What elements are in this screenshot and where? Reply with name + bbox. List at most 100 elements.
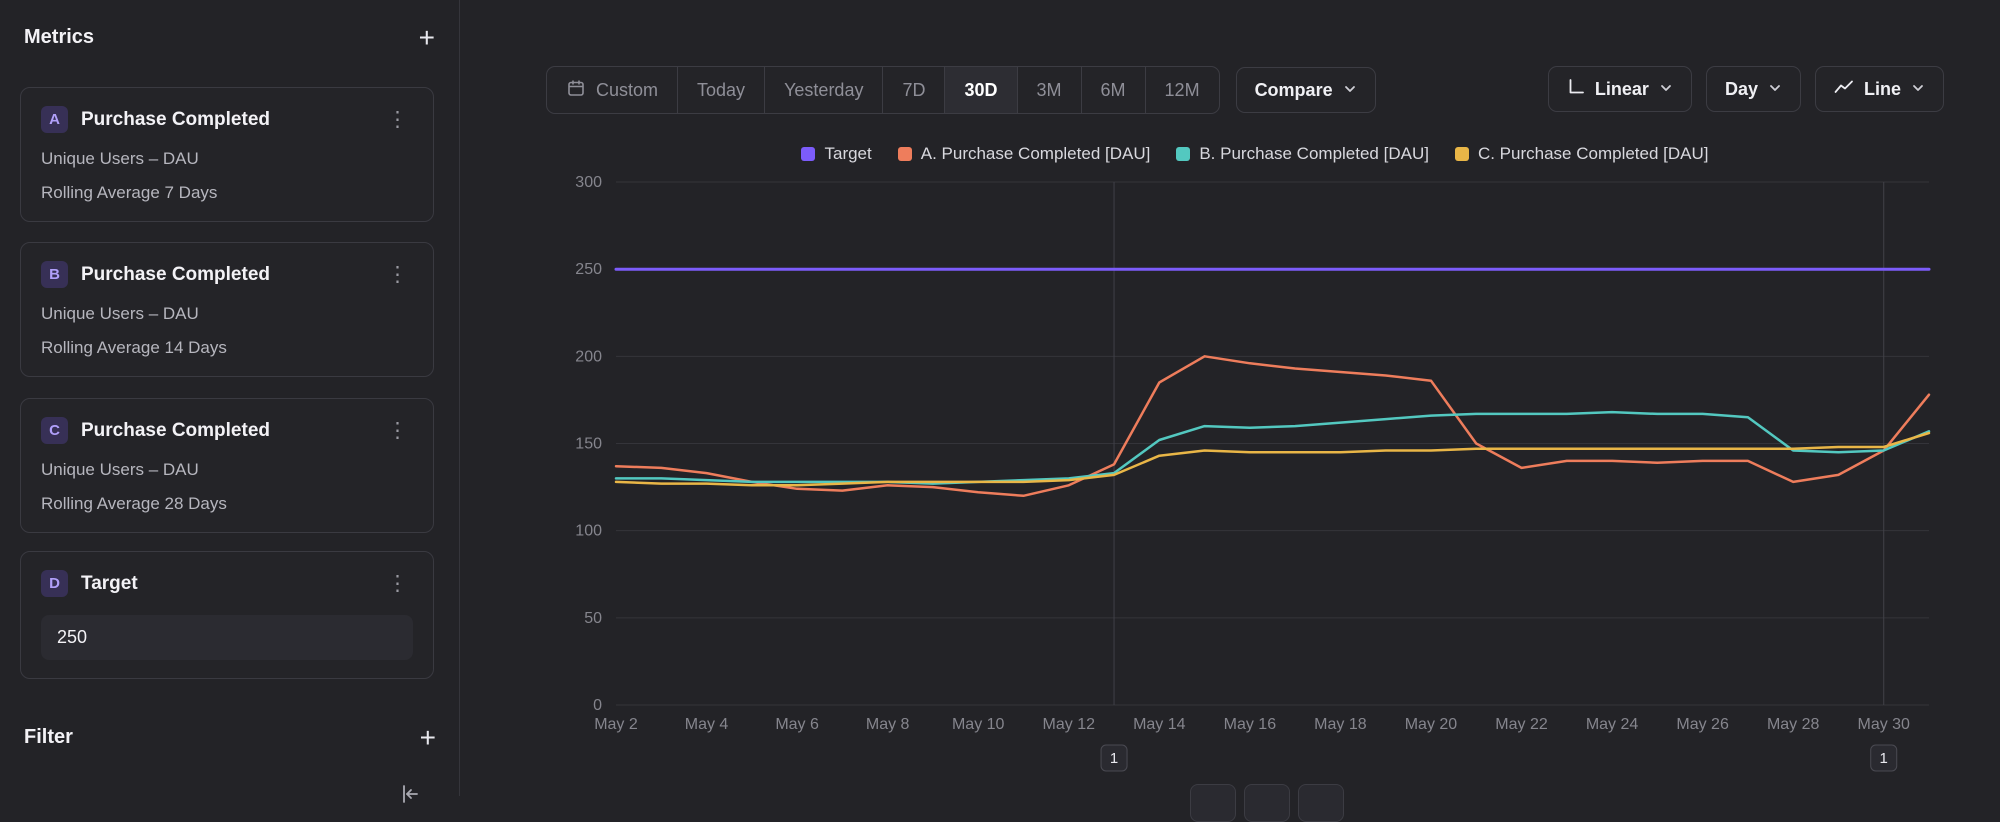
- chevron-down-icon: [1659, 79, 1673, 100]
- svg-text:May 6: May 6: [775, 716, 819, 733]
- svg-text:May 20: May 20: [1405, 716, 1458, 733]
- legend-swatch: [1176, 147, 1190, 161]
- legend-item[interactable]: B. Purchase Completed [DAU]: [1176, 144, 1429, 164]
- range-label: Custom: [596, 80, 658, 101]
- range-label: 12M: [1165, 80, 1200, 101]
- range-button-custom[interactable]: Custom: [547, 67, 677, 113]
- metric-detail: Rolling Average 14 Days: [41, 338, 413, 358]
- kebab-menu-icon[interactable]: ⋮: [383, 418, 413, 443]
- svg-text:100: 100: [575, 523, 602, 540]
- range-button-yesterday[interactable]: Yesterday: [764, 67, 882, 113]
- metric-card-b[interactable]: B Purchase Completed ⋮ Unique Users – DA…: [20, 242, 434, 377]
- svg-text:200: 200: [575, 348, 602, 365]
- chart-footer-buttons: [1190, 784, 1344, 822]
- legend-swatch: [801, 147, 815, 161]
- date-range-segmented-control: Custom Today Yesterday 7D 30D 3M 6M 12M: [546, 66, 1220, 114]
- metric-badge-c: C: [41, 417, 68, 444]
- chart-options-toolbar: Linear Day Line: [1548, 66, 1944, 112]
- metric-card-a[interactable]: A Purchase Completed ⋮ Unique Users – DA…: [20, 87, 434, 222]
- svg-text:May 10: May 10: [952, 716, 1005, 733]
- range-button-3m[interactable]: 3M: [1017, 67, 1081, 113]
- interval-label: Day: [1725, 79, 1758, 100]
- chevron-down-icon: [1768, 79, 1782, 100]
- legend-item[interactable]: C. Purchase Completed [DAU]: [1455, 144, 1709, 164]
- legend-item[interactable]: Target: [801, 144, 871, 164]
- chevron-down-icon: [1343, 80, 1357, 101]
- target-card[interactable]: D Target ⋮: [20, 551, 434, 679]
- legend-label: A. Purchase Completed [DAU]: [921, 144, 1151, 164]
- metrics-sidebar: Metrics + A Purchase Completed ⋮ Unique …: [0, 0, 460, 796]
- legend-item[interactable]: A. Purchase Completed [DAU]: [898, 144, 1151, 164]
- chart-type-label: Line: [1864, 79, 1901, 100]
- metric-detail: Rolling Average 7 Days: [41, 183, 413, 203]
- range-label: 7D: [902, 80, 925, 101]
- metric-subtitle: Unique Users – DAU: [41, 460, 413, 480]
- target-value-input[interactable]: [41, 615, 413, 660]
- range-button-7d[interactable]: 7D: [882, 67, 944, 113]
- range-button-12m[interactable]: 12M: [1145, 67, 1219, 113]
- metric-detail: Rolling Average 28 Days: [41, 494, 413, 514]
- range-label: Yesterday: [784, 80, 863, 101]
- svg-text:0: 0: [593, 697, 602, 714]
- chart-type-button[interactable]: Line: [1815, 66, 1944, 112]
- interval-button[interactable]: Day: [1706, 66, 1801, 112]
- svg-text:May 2: May 2: [594, 716, 638, 733]
- svg-text:250: 250: [575, 261, 602, 278]
- kebab-menu-icon[interactable]: ⋮: [383, 571, 413, 596]
- calendar-icon: [566, 78, 586, 103]
- add-metric-button[interactable]: +: [419, 28, 435, 48]
- metric-subtitle: Unique Users – DAU: [41, 149, 413, 169]
- line-chart-icon: [1834, 79, 1854, 100]
- range-button-today[interactable]: Today: [677, 67, 764, 113]
- legend-label: B. Purchase Completed [DAU]: [1199, 144, 1429, 164]
- range-label: 3M: [1037, 80, 1062, 101]
- svg-text:50: 50: [584, 610, 602, 627]
- svg-text:May 14: May 14: [1133, 716, 1186, 733]
- filter-section: Filter +: [24, 726, 436, 749]
- svg-text:May 30: May 30: [1857, 716, 1910, 733]
- svg-text:1: 1: [1110, 750, 1118, 767]
- legend-swatch: [1455, 147, 1469, 161]
- svg-text:May 16: May 16: [1224, 716, 1277, 733]
- range-button-30d[interactable]: 30D: [944, 67, 1016, 113]
- footer-chart-option-2-icon[interactable]: [1244, 784, 1290, 822]
- svg-text:May 26: May 26: [1676, 716, 1729, 733]
- svg-text:May 24: May 24: [1586, 716, 1639, 733]
- compare-label: Compare: [1255, 80, 1333, 101]
- range-button-6m[interactable]: 6M: [1081, 67, 1145, 113]
- range-label: Today: [697, 80, 745, 101]
- metrics-title: Metrics: [24, 26, 94, 49]
- add-filter-button[interactable]: +: [420, 728, 436, 748]
- metric-badge-b: B: [41, 261, 68, 288]
- legend-swatch: [898, 147, 912, 161]
- scale-label: Linear: [1595, 79, 1649, 100]
- collapse-sidebar-icon[interactable]: [398, 782, 422, 811]
- axis-scale-icon: [1567, 78, 1585, 101]
- chart-legend: Target A. Purchase Completed [DAU] B. Purc…: [560, 144, 1950, 164]
- svg-text:May 8: May 8: [866, 716, 910, 733]
- metric-badge-a: A: [41, 106, 68, 133]
- kebab-menu-icon[interactable]: ⋮: [383, 262, 413, 287]
- footer-chart-option-3-icon[interactable]: [1298, 784, 1344, 822]
- footer-chart-option-1-icon[interactable]: [1190, 784, 1236, 822]
- svg-text:1: 1: [1880, 750, 1888, 767]
- metric-title: Purchase Completed: [81, 420, 270, 442]
- legend-label: C. Purchase Completed [DAU]: [1478, 144, 1709, 164]
- metric-title: Purchase Completed: [81, 109, 270, 131]
- filter-title: Filter: [24, 726, 73, 749]
- svg-text:150: 150: [575, 436, 602, 453]
- svg-text:May 28: May 28: [1767, 716, 1820, 733]
- compare-button[interactable]: Compare: [1236, 67, 1376, 113]
- kebab-menu-icon[interactable]: ⋮: [383, 107, 413, 132]
- svg-text:May 22: May 22: [1495, 716, 1548, 733]
- legend-label: Target: [824, 144, 871, 164]
- date-range-toolbar: Custom Today Yesterday 7D 30D 3M 6M 12M …: [546, 66, 1376, 114]
- scale-button[interactable]: Linear: [1548, 66, 1692, 112]
- metric-badge-d: D: [41, 570, 68, 597]
- target-title: Target: [81, 573, 138, 595]
- range-label: 30D: [964, 80, 997, 101]
- metric-card-c[interactable]: C Purchase Completed ⋮ Unique Users – DA…: [20, 398, 434, 533]
- range-label: 6M: [1101, 80, 1126, 101]
- chart-canvas[interactable]: 05010015020025030011May 2May 4May 6May 8…: [560, 172, 1960, 792]
- svg-text:May 4: May 4: [685, 716, 729, 733]
